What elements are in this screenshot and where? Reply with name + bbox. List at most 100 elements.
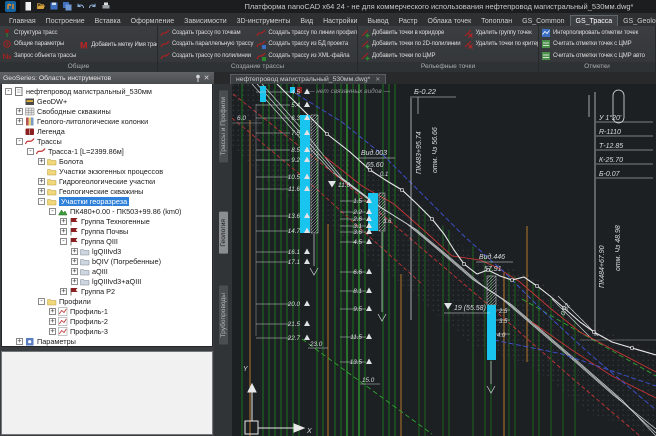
collapse-icon[interactable]: - bbox=[49, 208, 56, 215]
tree-item[interactable]: -Трасса-1 [L=2399.86м] bbox=[2, 146, 212, 156]
ribbon-button[interactable]: Создать параллельную трассу bbox=[160, 39, 253, 51]
undo-icon[interactable] bbox=[75, 1, 86, 12]
expand-icon[interactable]: + bbox=[71, 258, 78, 265]
expand-icon[interactable]: + bbox=[71, 248, 78, 255]
ribbon-tab-GS_Common[interactable]: GS_Common bbox=[517, 16, 569, 26]
ribbon-button[interactable]: Структура трасс bbox=[2, 27, 76, 39]
ribbon-tab-Главная[interactable]: Главная bbox=[4, 16, 41, 26]
side-tab-Геология[interactable]: Геология bbox=[219, 212, 228, 254]
ribbon-tab-3D-инструменты[interactable]: 3D-инструменты bbox=[232, 16, 296, 26]
expand-icon[interactable]: + bbox=[16, 118, 23, 125]
ribbon-button[interactable]: Создать трассу по линии профиля bbox=[256, 27, 358, 39]
tree-item[interactable]: -Участки георазреза bbox=[2, 196, 212, 206]
expand-icon[interactable]: + bbox=[38, 178, 45, 185]
ribbon-button[interactable]: №Запрос объекта трассы bbox=[2, 50, 76, 62]
ribbon-button[interactable]: Создать трассу из БД проекта bbox=[256, 39, 358, 51]
ribbon-tab-Оформление[interactable]: Оформление bbox=[126, 16, 179, 26]
tree-item[interactable]: +Группа Техногенные bbox=[2, 216, 212, 226]
tree-item[interactable]: Участки экзогенных процессов bbox=[2, 166, 212, 176]
ribbon-button[interactable]: Считать отметки точек с ЦМР bbox=[541, 39, 645, 51]
depth-mark-value: 5.4 bbox=[291, 102, 300, 109]
ribbon-button[interactable]: Создать трассу по полилинии bbox=[160, 50, 253, 62]
tree-item[interactable]: +lgQIIIvd3+aQIII bbox=[2, 276, 212, 286]
expand-icon[interactable]: + bbox=[49, 328, 56, 335]
print-icon[interactable] bbox=[101, 1, 112, 12]
tree-item[interactable]: Легенда bbox=[2, 126, 212, 136]
expand-icon[interactable]: + bbox=[38, 158, 45, 165]
ribbon-button[interactable]: Добавить точки по ЦМР bbox=[360, 50, 460, 62]
tree-item[interactable]: +Профиль-2 bbox=[2, 316, 212, 326]
depth-mark-value: 22.7 bbox=[287, 335, 301, 342]
tree-item[interactable]: GeoDW+ bbox=[2, 96, 212, 106]
drawing-canvas[interactable]: — нет связанных видов —Б-0.22Вид.00365.6… bbox=[232, 84, 656, 436]
redo-icon[interactable] bbox=[88, 1, 99, 12]
new-document-icon[interactable] bbox=[23, 1, 34, 12]
ribbon-tab-GS_Geology[interactable]: GS_Geology bbox=[618, 16, 656, 26]
expand-icon[interactable]: + bbox=[49, 318, 56, 325]
tree-item[interactable]: +Параметры bbox=[2, 336, 212, 346]
collapse-icon[interactable]: - bbox=[5, 88, 12, 95]
tree-item[interactable]: +aQIII bbox=[2, 266, 212, 276]
depth-mark-triangle bbox=[304, 301, 310, 307]
tree-item[interactable]: +Геолого-литологические колонки bbox=[2, 116, 212, 126]
ribbon-tab-Вывод[interactable]: Вывод bbox=[362, 16, 393, 26]
close-panel-icon[interactable]: ✕ bbox=[202, 74, 211, 83]
tree-item[interactable]: +Гидрогеологические участки bbox=[2, 176, 212, 186]
ribbon-button[interactable]: Создать трассу из XML-файла bbox=[256, 50, 358, 62]
expand-icon[interactable]: + bbox=[60, 218, 67, 225]
ribbon-tab-Зависимости[interactable]: Зависимости bbox=[179, 16, 231, 26]
ribbon-tab-Настройки[interactable]: Настройки bbox=[318, 16, 362, 26]
side-tab-Трассы и Профили[interactable]: Трассы и Профили bbox=[219, 90, 228, 162]
tree-item[interactable]: -ПК480+0.00 - ПК503+99.86 (km0) bbox=[2, 206, 212, 216]
ribbon-tab-Вставка[interactable]: Вставка bbox=[90, 16, 126, 26]
ribbon-tab-Облака точек[interactable]: Облака точек bbox=[423, 16, 477, 26]
collapse-icon[interactable]: - bbox=[60, 238, 67, 245]
expand-icon[interactable]: + bbox=[49, 308, 56, 315]
ribbon-button[interactable]: Считать отметки точек с ЦМР авто bbox=[541, 50, 645, 62]
expand-icon[interactable]: + bbox=[16, 338, 23, 345]
ribbon-tab-Топоплан[interactable]: Топоплан bbox=[476, 16, 517, 26]
ribbon-button[interactable]: Добавить точки в коридоре bbox=[360, 27, 460, 39]
tree-item[interactable]: +Геологические скважины bbox=[2, 186, 212, 196]
tree-item[interactable]: -Трассы bbox=[2, 136, 212, 146]
pin-icon[interactable] bbox=[193, 74, 202, 83]
ribbon-button[interactable]: MДобавить метку Имя трассы bbox=[79, 39, 158, 51]
ribbon-tab-Растр[interactable]: Растр bbox=[394, 16, 423, 26]
expand-icon[interactable]: + bbox=[16, 108, 23, 115]
expand-icon[interactable]: + bbox=[71, 278, 78, 285]
tree-item[interactable]: +Профиль-3 bbox=[2, 326, 212, 336]
expand-icon[interactable]: + bbox=[60, 288, 67, 295]
tree-item[interactable]: +Болота bbox=[2, 156, 212, 166]
tree-item[interactable]: -нефтепровод магистральный_530мм bbox=[2, 86, 212, 96]
ribbon-button[interactable]: Удалить группу точек bbox=[463, 27, 539, 39]
tree-item[interactable]: +Группа P2 bbox=[2, 286, 212, 296]
ribbon-button[interactable]: Создать трассу по точкам bbox=[160, 27, 253, 39]
save-all-icon[interactable] bbox=[62, 1, 73, 12]
open-icon[interactable] bbox=[36, 1, 47, 12]
tree-item[interactable]: +Группа Почвы bbox=[2, 226, 212, 236]
side-tab-Трубопроводы[interactable]: Трубопроводы bbox=[219, 286, 228, 345]
tree-item[interactable]: -Группа QIII bbox=[2, 236, 212, 246]
tree-item[interactable]: +Свободные скважины bbox=[2, 106, 212, 116]
expand-icon[interactable]: + bbox=[38, 188, 45, 195]
save-icon[interactable] bbox=[49, 1, 60, 12]
ribbon-button[interactable]: Интерполировать отметки точек bbox=[541, 27, 645, 39]
tree-item[interactable]: -Профили bbox=[2, 296, 212, 306]
ribbon-tab-Построение[interactable]: Построение bbox=[41, 16, 90, 26]
close-document-icon[interactable]: ✕ bbox=[375, 76, 380, 83]
tree-item[interactable]: +Профиль-1 bbox=[2, 306, 212, 316]
expand-icon[interactable]: + bbox=[60, 228, 67, 235]
collapse-icon[interactable]: - bbox=[38, 298, 45, 305]
ribbon-tab-Вид[interactable]: Вид bbox=[295, 16, 318, 26]
ribbon-tab-GS_Трасса[interactable]: GS_Трасса bbox=[570, 15, 619, 26]
collapse-icon[interactable]: - bbox=[16, 138, 23, 145]
ribbon-button[interactable]: Общие параметры bbox=[2, 39, 76, 51]
tree-item[interactable]: +bQIV (Погребенные) bbox=[2, 256, 212, 266]
ribbon-button[interactable]: Удалить точки по критериям bbox=[463, 39, 539, 51]
expand-icon[interactable]: + bbox=[71, 268, 78, 275]
collapse-icon[interactable]: - bbox=[38, 198, 45, 205]
collapse-icon[interactable]: - bbox=[27, 148, 34, 155]
document-tab[interactable]: нефтепровод магистральный_530мм.dwg* ✕ bbox=[230, 74, 386, 84]
ribbon-button[interactable]: Добавить точки по 2D-полилинии bbox=[360, 39, 460, 51]
tree-item[interactable]: +lgQIIIvd3 bbox=[2, 246, 212, 256]
